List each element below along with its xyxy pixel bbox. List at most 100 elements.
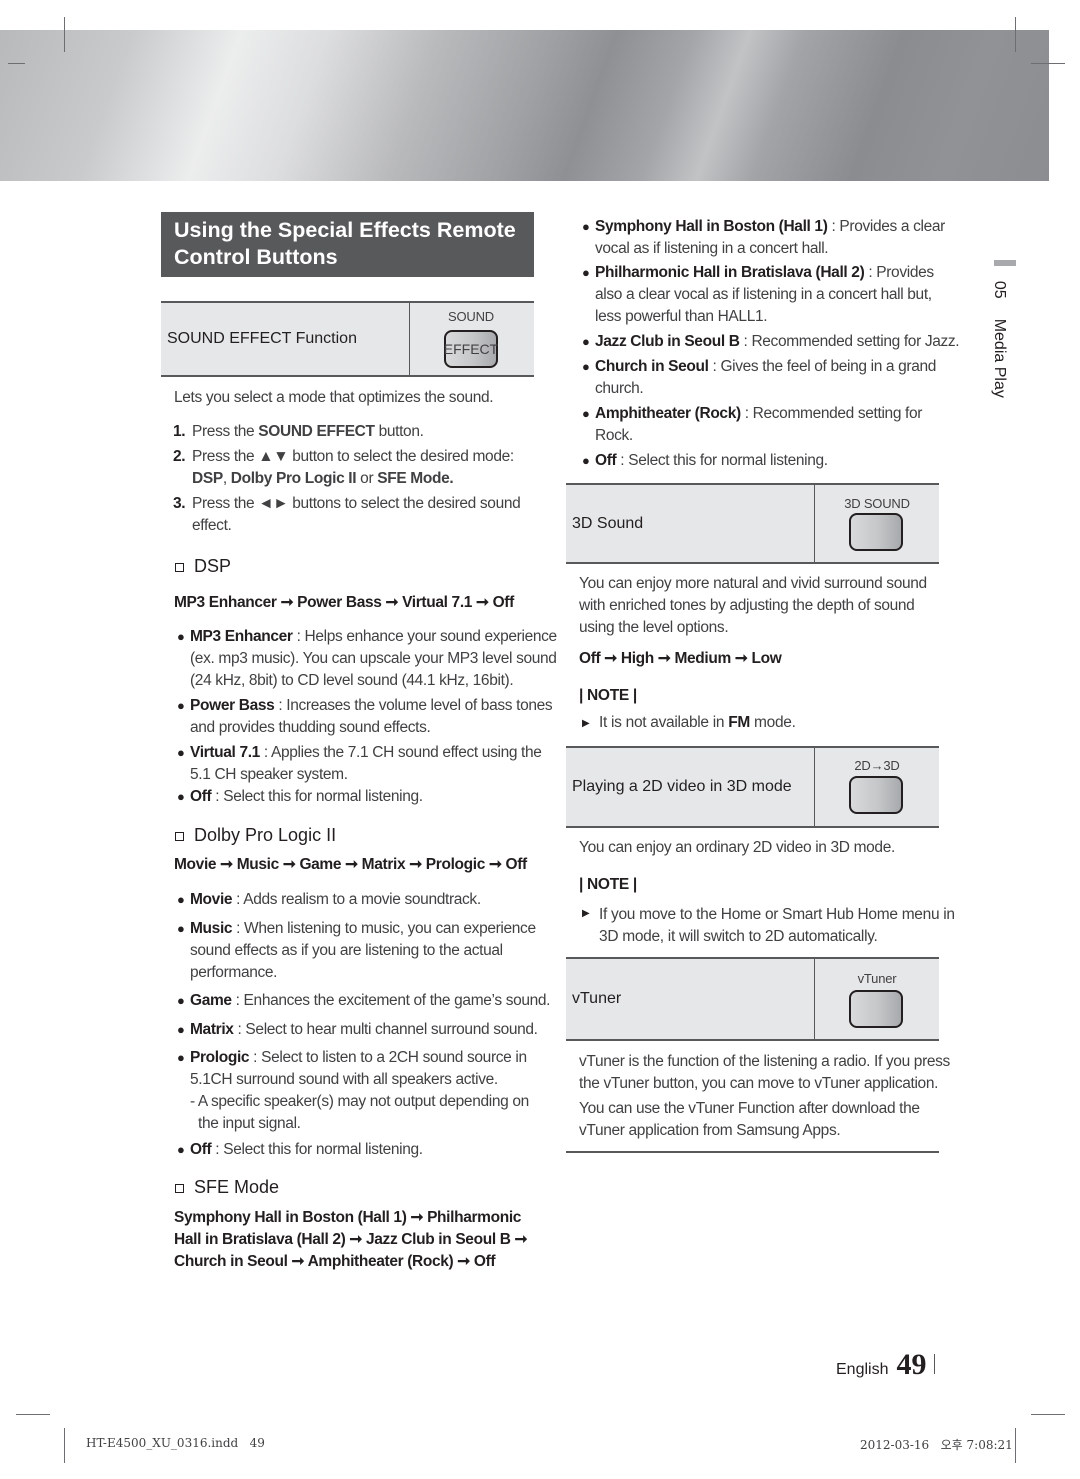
item-desc: : Enhances the excitement of the game’s …: [231, 992, 551, 1009]
bullet-icon: ●: [177, 1050, 185, 1065]
list-item: ● Power Bass : Increases the volume leve…: [177, 695, 553, 739]
bullet-icon: ●: [582, 219, 590, 234]
step-bold: SOUND EFFECT: [258, 423, 375, 440]
sfe-heading: SFE Mode: [175, 1177, 279, 1198]
bullet-icon: ●: [177, 1022, 185, 1037]
chapter-tab: 05 Media Play: [990, 272, 1026, 398]
item-name: Off: [595, 452, 617, 469]
list-item: ● MP3 Enhancer : Helps enhance your soun…: [177, 626, 558, 692]
list-item: ● Game : Enhances the excitement of the …: [177, 990, 551, 1012]
item-name: Amphitheater (Rock): [595, 405, 741, 422]
function-label: SOUND EFFECT Function: [167, 330, 357, 347]
sound-effect-remote-button: EFFECT: [444, 330, 498, 368]
mode-dolby: Dolby Pro Logic II: [230, 470, 357, 487]
sequence-line: Symphony Hall in Boston (Hall 1) ➞ Philh…: [174, 1209, 522, 1226]
list-item: ● Movie : Adds realism to a movie soundt…: [177, 889, 481, 911]
item-name: Symphony Hall in Boston (Hall 1): [595, 218, 828, 235]
bullet-icon: ●: [177, 629, 185, 644]
step-number: 2.: [173, 448, 186, 465]
mode-sfe: SFE Mode.: [377, 470, 454, 487]
note-text: If you move to the Home or Smart Hub Hom…: [599, 904, 955, 948]
checkbox-square-icon: [175, 1184, 184, 1193]
item-name: MP3 Enhancer: [190, 628, 293, 645]
desc-line: You can enjoy more natural and vivid sur…: [579, 575, 927, 592]
desc-line: vTuner application from Samsung Apps.: [579, 1122, 841, 1139]
item-desc: : Helps enhance your sound experience: [292, 628, 558, 645]
list-item: ● Virtual 7.1 : Applies the 7.1 CH sound…: [177, 742, 542, 786]
bullet-icon: ●: [177, 892, 185, 907]
item-name: Off: [190, 1141, 212, 1158]
item-desc: 5.1 CH speaker system.: [190, 766, 348, 783]
function-label: 3D Sound: [572, 514, 644, 532]
heading-text: Dolby Pro Logic II: [194, 825, 337, 845]
list-item: ● Jazz Club in Seoul B : Recommended set…: [582, 331, 960, 353]
crop-mark: [64, 17, 65, 52]
divider: [814, 485, 815, 562]
3d-sound-function-box: 3D Sound 3D SOUND: [566, 483, 939, 564]
item-desc: 5.1CH surround sound with all speakers a…: [190, 1071, 498, 1088]
step-3: 3. Press the ◄► buttons to select the de…: [173, 493, 521, 537]
2d-3d-desc: You can enjoy an ordinary 2D video in 3D…: [579, 839, 895, 856]
step-text: Press the ▲▼ button to select the desire…: [192, 448, 514, 465]
section-title: Using the Special Effects Remote Control…: [161, 212, 534, 277]
bullet-icon: ●: [177, 745, 185, 760]
desc-line: using the level options.: [579, 619, 729, 636]
bullet-icon: ●: [177, 1142, 185, 1157]
dsp-heading: DSP: [175, 556, 231, 577]
sound-effect-intro: Lets you select a mode that optimizes th…: [174, 389, 494, 406]
list-item: ● Church in Seoul : Gives the feel of be…: [582, 356, 936, 400]
list-item: ● Off : Select this for normal listening…: [177, 786, 423, 808]
heading-text: SFE Mode: [194, 1177, 280, 1197]
note-text-part: mode.: [750, 714, 796, 731]
crop-mark: [16, 1414, 50, 1415]
crop-mark: [8, 63, 25, 64]
item-name: Music: [190, 920, 233, 937]
item-desc: : Select to hear multi channel surround …: [233, 1021, 538, 1038]
list-item: ● Symphony Hall in Boston (Hall 1) : Pro…: [582, 216, 945, 260]
note-label: | NOTE |: [579, 876, 637, 894]
chapter-number: 05: [991, 280, 1008, 299]
step-text: Press the ◄► buttons to select the desir…: [192, 495, 521, 512]
crop-mark: [1015, 17, 1016, 52]
vtuner-function-box: vTuner vTuner: [566, 957, 939, 1041]
item-name: Matrix: [190, 1021, 234, 1038]
item-name: Jazz Club in Seoul B: [595, 333, 740, 350]
note-text: It is not available in FM mode.: [599, 714, 796, 732]
divider: [814, 959, 815, 1039]
item-name: Virtual 7.1: [190, 744, 260, 761]
bullet-icon: ●: [582, 406, 590, 421]
item-name: Movie: [190, 891, 233, 908]
item-desc: : Select this for normal listening.: [616, 452, 828, 469]
mode-dsp: DSP: [192, 470, 223, 487]
note-label-text: | NOTE |: [579, 687, 637, 704]
item-name: Off: [190, 788, 212, 805]
step-1: 1. Press the SOUND EFFECT button.: [173, 421, 424, 443]
vtuner-remote-button: [849, 990, 903, 1028]
dsp-sequence: MP3 Enhancer ➞ Power Bass ➞ Virtual 7.1 …: [174, 594, 514, 611]
footer-bar: [934, 1354, 936, 1374]
vtuner-desc: vTuner is the function of the listening …: [579, 1051, 950, 1142]
button-caption: 3D SOUND: [844, 496, 910, 511]
3d-sound-desc: You can enjoy more natural and vivid sur…: [579, 573, 927, 639]
item-desc: performance.: [190, 964, 278, 981]
function-label: Playing a 2D video in 3D mode: [572, 778, 792, 795]
2d-3d-function-box: Playing a 2D video in 3D mode 2D→3D: [566, 746, 939, 828]
list-item: ● Off : Select this for normal listening…: [582, 450, 828, 472]
item-desc: (ex. mp3 music). You can upscale your MP…: [190, 650, 557, 667]
footer-language: English: [836, 1361, 889, 1378]
item-desc: - A specific speaker(s) may not output d…: [190, 1093, 529, 1110]
item-desc: : Applies the 7.1 CH sound effect using …: [259, 744, 542, 761]
item-desc: : Recommended setting for Jazz.: [739, 333, 960, 350]
heading-text: DSP: [194, 556, 232, 576]
item-desc: : Select this for normal listening.: [211, 1141, 423, 1158]
item-name: Prologic: [190, 1049, 250, 1066]
button-caption: vTuner: [857, 971, 897, 986]
sep: ,: [222, 470, 231, 487]
bullet-icon: ●: [582, 359, 590, 374]
sound-effect-function-box: SOUND EFFECT Function SOUND EFFECT: [161, 301, 534, 377]
page-number: 49: [896, 1348, 927, 1381]
bullet-icon: ●: [177, 789, 185, 804]
chapter-tab-marker: [994, 260, 1016, 266]
step-text: button.: [374, 423, 424, 440]
note-label-text: | NOTE |: [579, 876, 637, 893]
